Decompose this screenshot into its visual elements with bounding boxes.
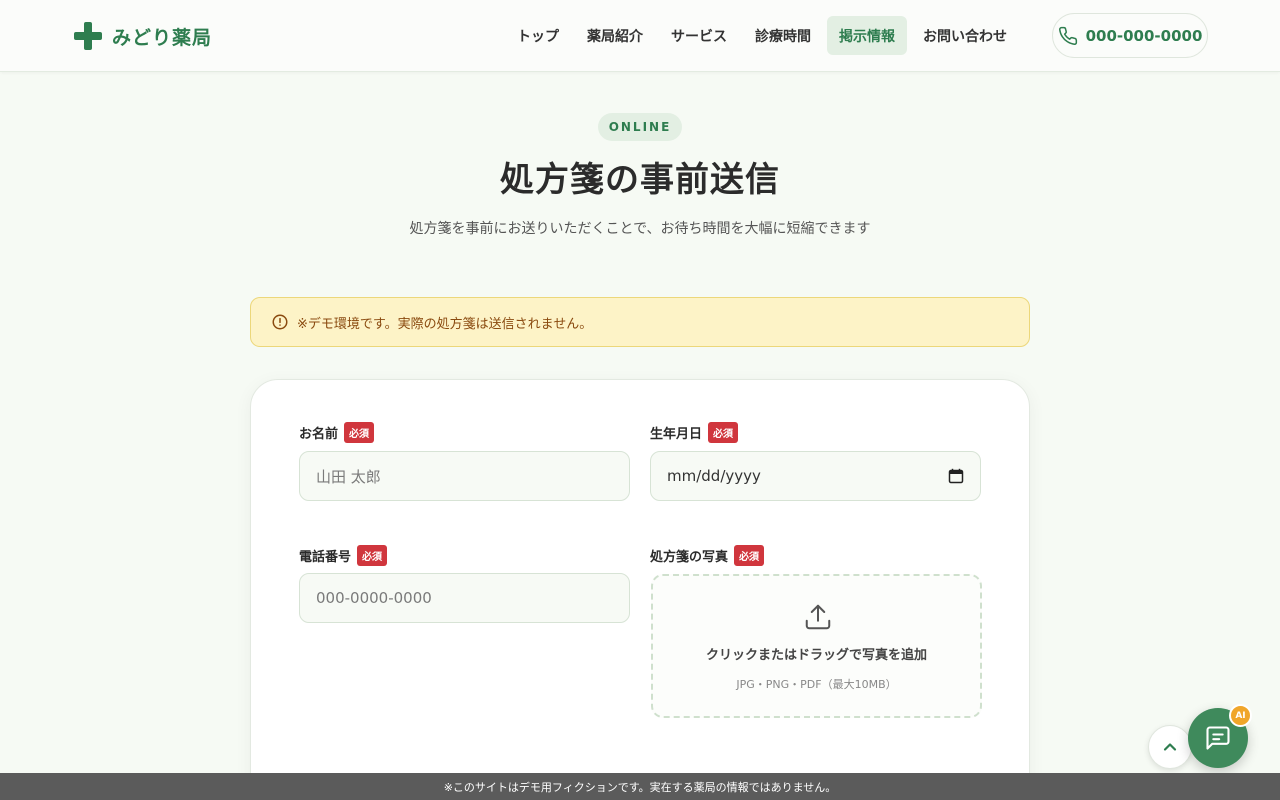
calendar-icon[interactable] — [948, 468, 964, 484]
nav-item-about[interactable]: 薬局紹介 — [575, 16, 655, 55]
nav-item-top[interactable]: トップ — [505, 16, 571, 55]
page-title: 処方箋の事前送信 — [500, 160, 780, 200]
photo-upload-dropzone[interactable]: クリックまたはドラッグで写真を追加 JPG・PNG・PDF（最大10MB） — [651, 574, 982, 718]
chevron-up-icon — [1163, 743, 1177, 751]
name-input[interactable]: 山田 太郎 — [299, 451, 630, 501]
alert-circle-icon — [272, 314, 288, 330]
online-badge: ONLINE — [598, 113, 682, 141]
brand-name: みどり薬局 — [112, 26, 213, 49]
upload-instruction: クリックまたはドラッグで写真を追加 — [705, 648, 927, 663]
upload-icon — [805, 604, 831, 630]
birthdate-placeholder: mm/dd/yyyy — [667, 467, 761, 485]
required-badge: 必須 — [734, 545, 765, 566]
phone-input[interactable]: 000-0000-0000 — [299, 573, 630, 623]
phone-button[interactable]: 000-000-0000 — [1052, 13, 1208, 58]
demo-footer-text: ※このサイトはデモ用フィクションです。実在する薬局の情報ではありません。 — [443, 780, 837, 794]
phone-label-text: 電話番号 — [299, 550, 352, 565]
name-label-text: お名前 — [299, 427, 339, 442]
required-badge: 必須 — [357, 545, 388, 566]
phone-label: 電話番号 必須 — [299, 545, 388, 566]
birthdate-label: 生年月日 必須 — [650, 422, 739, 443]
phone-placeholder: 000-0000-0000 — [316, 589, 432, 607]
name-placeholder: 山田 太郎 — [316, 467, 381, 486]
birthdate-label-text: 生年月日 — [650, 427, 703, 442]
name-label: お名前 必須 — [299, 422, 375, 443]
nav-item-contact[interactable]: お問い合わせ — [911, 16, 1019, 55]
demo-notice: ※デモ環境です。実際の処方箋は送信されません。 — [250, 297, 1030, 347]
brand-logo[interactable]: みどり薬局 — [74, 22, 212, 50]
phone-icon — [1058, 26, 1077, 45]
phone-number: 000-000-0000 — [1085, 26, 1203, 45]
nav-item-hours[interactable]: 診療時間 — [743, 16, 823, 55]
main-nav: トップ 薬局紹介 サービス 診療時間 掲示情報 お問い合わせ — [505, 16, 1023, 55]
upload-formats: JPG・PNG・PDF（最大10MB） — [736, 678, 897, 691]
birthdate-input[interactable]: mm/dd/yyyy — [650, 451, 981, 501]
nav-item-notices[interactable]: 掲示情報 — [827, 16, 907, 55]
required-badge: 必須 — [708, 422, 739, 443]
ai-badge: AI — [1229, 704, 1252, 727]
scroll-top-button[interactable] — [1148, 725, 1192, 769]
page-subtitle: 処方箋を事前にお送りいただくことで、お待ち時間を大幅に短縮できます — [409, 221, 871, 237]
prescription-form: お名前 必須 山田 太郎 生年月日 必須 mm/dd/yyyy 電話番号 必須 … — [250, 379, 1030, 800]
site-header: みどり薬局 トップ 薬局紹介 サービス 診療時間 掲示情報 お問い合わせ 000… — [0, 0, 1280, 72]
photo-label-text: 処方箋の写真 — [650, 550, 729, 565]
required-badge: 必須 — [344, 422, 375, 443]
cross-icon — [74, 22, 102, 50]
photo-label: 処方箋の写真 必須 — [650, 545, 765, 566]
notice-text: ※デモ環境です。実際の処方箋は送信されません。 — [297, 316, 593, 332]
demo-footer-bar: ※このサイトはデモ用フィクションです。実在する薬局の情報ではありません。 — [0, 773, 1280, 800]
nav-item-services[interactable]: サービス — [659, 16, 739, 55]
chat-bubble-icon — [1206, 726, 1230, 750]
